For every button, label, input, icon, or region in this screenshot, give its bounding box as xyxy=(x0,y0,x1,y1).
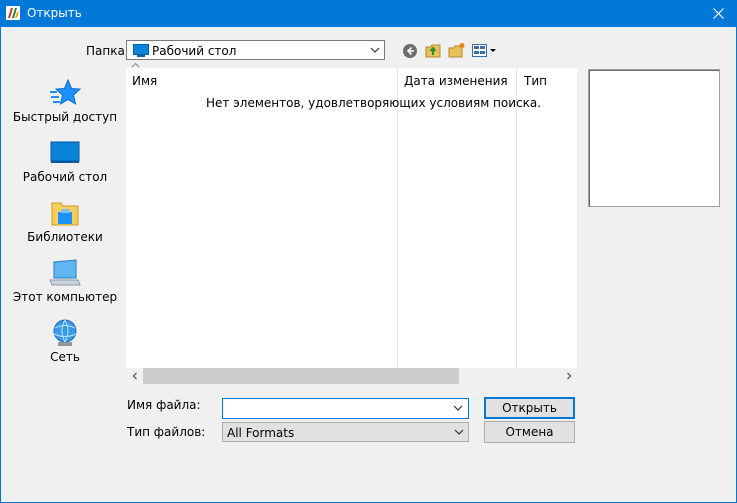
star-icon xyxy=(50,78,82,106)
chevron-down-icon xyxy=(454,429,464,435)
column-header-type[interactable]: Тип xyxy=(524,74,547,88)
place-quick-access[interactable]: Быстрый доступ xyxy=(12,78,118,136)
back-arrow-icon xyxy=(403,44,417,58)
column-header-date[interactable]: Дата изменения xyxy=(404,74,508,88)
desktop-icon xyxy=(50,141,80,163)
place-label: Рабочий стол xyxy=(22,170,108,184)
column-header-name[interactable]: Имя xyxy=(132,74,157,88)
chevron-left-icon xyxy=(132,372,137,380)
place-label: Сеть xyxy=(50,350,80,364)
folder-value: Рабочий стол xyxy=(152,44,237,58)
place-label: Быстрый доступ xyxy=(12,110,118,124)
file-list[interactable]: Имя Дата изменения Тип Нет элементов, уд… xyxy=(126,68,577,384)
cancel-button[interactable]: Отмена xyxy=(484,421,575,443)
horizontal-scrollbar[interactable] xyxy=(126,368,577,384)
place-desktop[interactable]: Рабочий стол xyxy=(12,138,118,196)
preview-pane xyxy=(588,69,720,207)
app-icon xyxy=(6,6,20,20)
filename-input[interactable] xyxy=(222,398,469,419)
up-folder-button[interactable] xyxy=(424,41,444,61)
column-divider[interactable] xyxy=(516,68,517,368)
window-title: Открыть xyxy=(27,6,82,20)
libraries-icon xyxy=(51,202,79,226)
scroll-left-button[interactable] xyxy=(126,368,143,384)
folder-up-icon xyxy=(425,44,441,58)
computer-icon xyxy=(49,259,81,286)
filetype-value: All Formats xyxy=(227,426,295,440)
folder-dropdown[interactable]: Рабочий стол xyxy=(126,40,385,60)
chevron-down-icon[interactable] xyxy=(452,402,464,414)
back-button[interactable] xyxy=(400,41,420,61)
scroll-right-button[interactable] xyxy=(560,368,577,384)
folder-label: Папка: xyxy=(86,44,129,58)
place-network[interactable]: Сеть xyxy=(12,318,118,376)
filetype-dropdown[interactable]: All Formats xyxy=(222,422,469,442)
new-folder-button[interactable] xyxy=(447,41,467,61)
new-folder-icon xyxy=(448,43,465,58)
column-divider[interactable] xyxy=(397,68,398,368)
place-this-pc[interactable]: Этот компьютер xyxy=(12,258,118,316)
empty-message: Нет элементов, удовлетворяющих условиям … xyxy=(206,96,542,110)
title-bar[interactable] xyxy=(0,0,737,27)
desktop-icon xyxy=(133,44,149,57)
place-label: Библиотеки xyxy=(27,230,103,244)
place-label: Этот компьютер xyxy=(12,290,118,304)
open-button[interactable]: Открыть xyxy=(484,397,575,419)
filename-label: Имя файла: xyxy=(127,398,201,412)
network-icon xyxy=(53,319,77,346)
close-button[interactable] xyxy=(700,0,737,27)
scroll-thumb[interactable] xyxy=(143,368,459,384)
sort-ascending-icon xyxy=(131,62,140,68)
place-libraries[interactable]: Библиотеки xyxy=(12,198,118,256)
view-menu-icon xyxy=(472,44,496,57)
chevron-right-icon xyxy=(566,372,571,380)
window-border-left xyxy=(0,27,1,503)
filetype-label: Тип файлов: xyxy=(127,425,206,439)
close-icon xyxy=(713,8,724,19)
view-menu-button[interactable] xyxy=(471,41,499,61)
chevron-down-icon xyxy=(370,47,380,53)
